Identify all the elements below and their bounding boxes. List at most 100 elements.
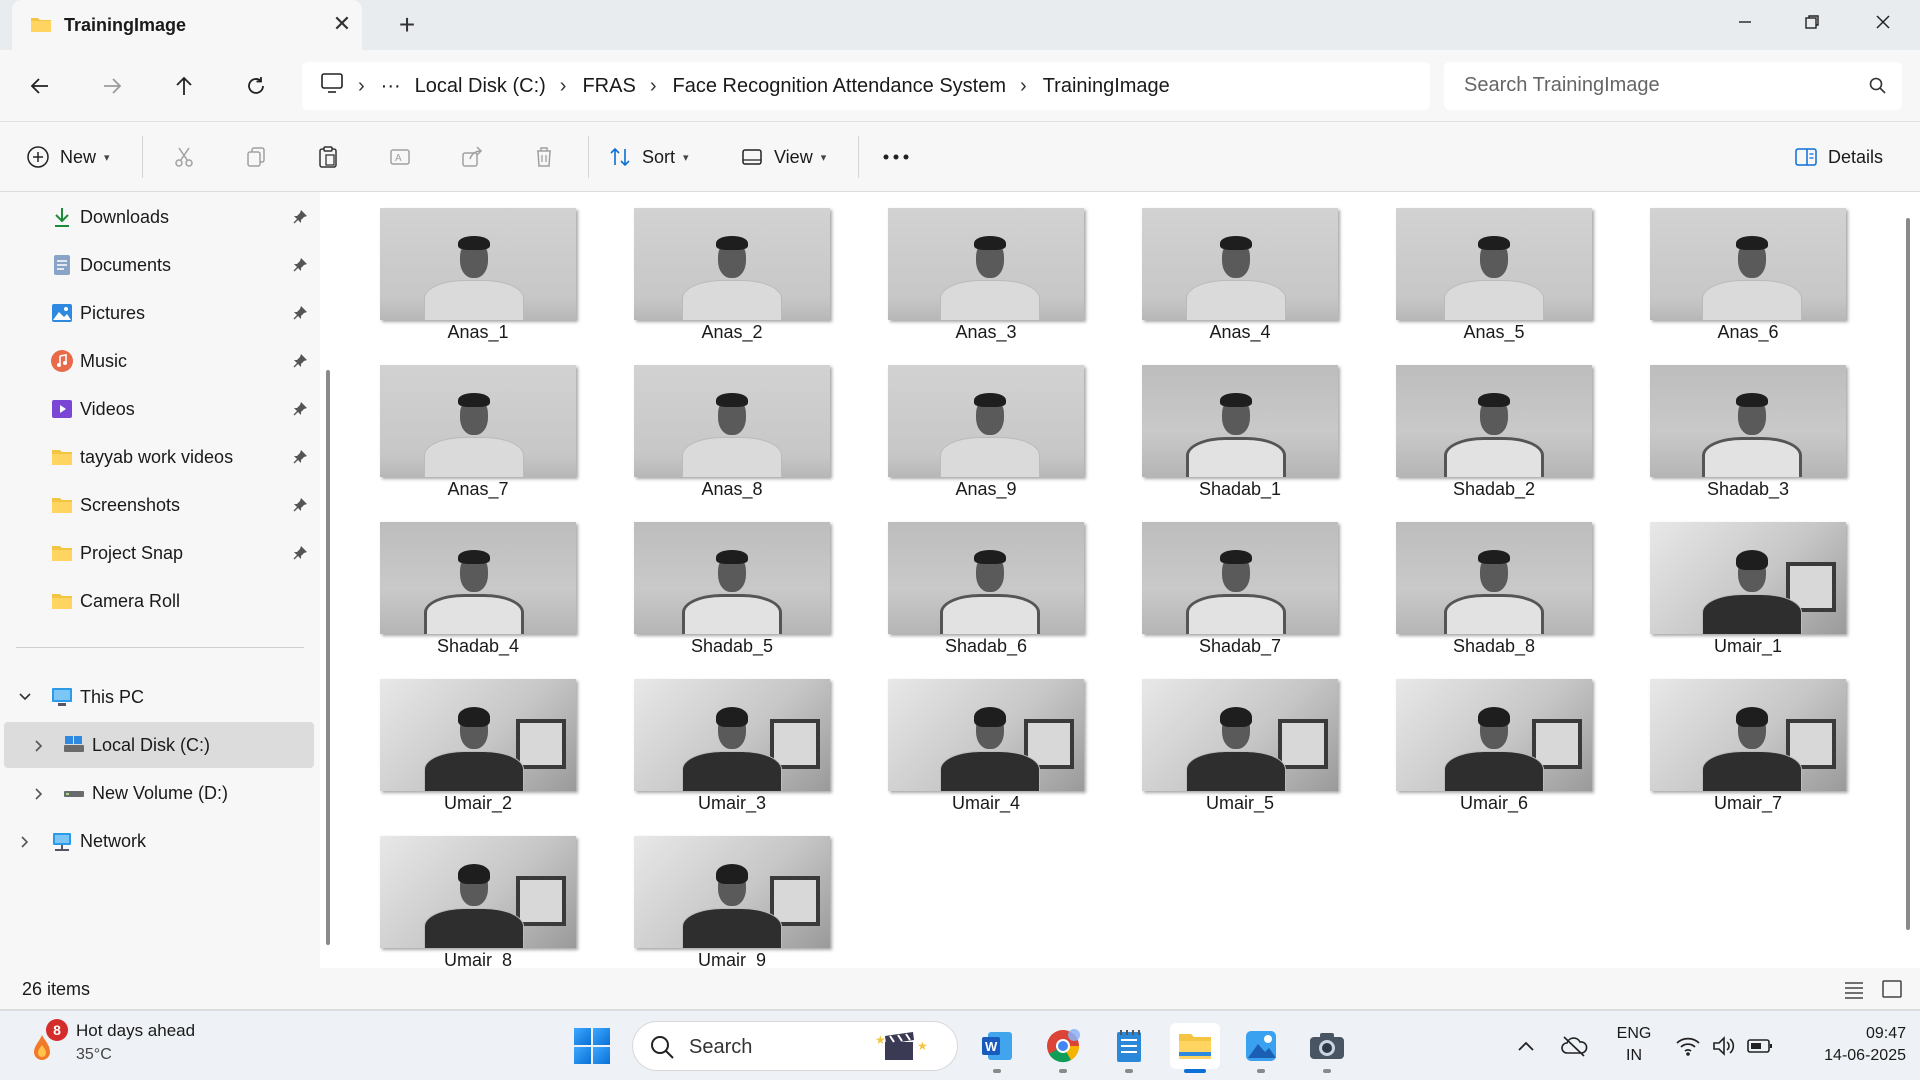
onedrive-offline-icon[interactable] <box>1560 1033 1588 1059</box>
search-input[interactable] <box>1464 74 1844 97</box>
crumb-trainingimage[interactable]: TrainingImage <box>1043 75 1170 98</box>
sidebar-item-project-snap[interactable]: Project Snap <box>0 530 315 576</box>
more-options-icon[interactable] <box>878 139 914 175</box>
tab-traininggimage[interactable]: TrainingImage ✕ <box>12 0 362 50</box>
file-item[interactable]: Umair_6 <box>1388 663 1592 813</box>
up-icon[interactable] <box>164 66 204 106</box>
file-item[interactable]: Shadab_2 <box>1388 349 1592 499</box>
restore-icon[interactable] <box>1777 0 1847 44</box>
pin-icon[interactable] <box>292 449 308 465</box>
file-item[interactable]: Anas_9 <box>880 349 1084 499</box>
chevron-right-icon[interactable] <box>20 835 30 849</box>
sort-button[interactable]: Sort ▾ <box>608 139 689 175</box>
battery-icon[interactable] <box>1746 1033 1774 1059</box>
sidebar-item-documents[interactable]: Documents <box>0 242 315 288</box>
crumb-local-disk[interactable]: Local Disk (C:) <box>415 75 546 98</box>
rename-icon[interactable]: A <box>382 139 418 175</box>
back-icon[interactable] <box>20 66 60 106</box>
photos-app-icon[interactable] <box>1238 1023 1284 1069</box>
start-button[interactable] <box>574 1028 610 1064</box>
file-item[interactable]: Shadab_7 <box>1134 506 1338 656</box>
chevron-right-icon[interactable] <box>34 739 44 753</box>
paste-icon[interactable] <box>310 139 346 175</box>
file-item[interactable]: Shadab_1 <box>1134 349 1338 499</box>
cut-icon[interactable] <box>166 139 202 175</box>
file-item[interactable]: Anas_3 <box>880 192 1084 342</box>
crumb-fras[interactable]: FRAS <box>582 75 635 98</box>
taskbar-search[interactable]: Search ★ ★ <box>632 1021 958 1071</box>
file-item[interactable]: Anas_6 <box>1642 192 1846 342</box>
file-item[interactable]: Shadab_6 <box>880 506 1084 656</box>
camera-app-icon[interactable] <box>1304 1023 1350 1069</box>
close-window-icon[interactable] <box>1848 0 1918 44</box>
pin-icon[interactable] <box>292 401 308 417</box>
file-item[interactable]: Umair_2 <box>372 663 576 813</box>
pin-icon[interactable] <box>292 305 308 321</box>
file-item[interactable]: Anas_5 <box>1388 192 1592 342</box>
file-item[interactable]: Umair_9 <box>626 820 830 968</box>
details-button[interactable]: Details <box>1794 139 1883 175</box>
clock[interactable]: 09:47 14-06-2025 <box>1788 1023 1906 1067</box>
file-item[interactable]: Umair_5 <box>1134 663 1338 813</box>
more-crumbs-icon[interactable]: ··· <box>381 75 401 98</box>
thumbnail-view-icon[interactable] <box>1880 978 1904 1000</box>
volume-icon[interactable] <box>1710 1033 1738 1059</box>
sidebar-item-camera-roll[interactable]: Camera Roll <box>0 578 315 624</box>
sidebar-item-network[interactable]: Network <box>0 818 315 864</box>
refresh-icon[interactable] <box>236 66 276 106</box>
file-item[interactable]: Shadab_8 <box>1388 506 1592 656</box>
new-button[interactable]: New ▾ <box>26 139 110 175</box>
pin-icon[interactable] <box>292 497 308 513</box>
forward-icon[interactable] <box>92 66 132 106</box>
content-scrollbar[interactable] <box>1906 218 1910 930</box>
file-item[interactable]: Umair_3 <box>626 663 830 813</box>
sidebar-item-local-disk[interactable]: Local Disk (C:) <box>4 722 314 768</box>
file-item[interactable]: Umair_8 <box>372 820 576 968</box>
file-item[interactable]: Anas_4 <box>1134 192 1338 342</box>
copy-icon[interactable] <box>238 139 274 175</box>
sidebar-scrollbar[interactable] <box>326 370 330 945</box>
view-button[interactable]: View ▾ <box>740 139 826 175</box>
chevron-right-icon[interactable] <box>34 787 44 801</box>
pin-icon[interactable] <box>292 257 308 273</box>
pin-icon[interactable] <box>292 545 308 561</box>
chevron-up-icon[interactable] <box>1512 1033 1540 1059</box>
file-item[interactable]: Umair_1 <box>1642 506 1846 656</box>
notepad-app-icon[interactable] <box>1106 1023 1152 1069</box>
file-item[interactable]: Umair_4 <box>880 663 1084 813</box>
sidebar-item-screenshots[interactable]: Screenshots <box>0 482 315 528</box>
chrome-app-icon[interactable] <box>1040 1023 1086 1069</box>
delete-icon[interactable] <box>526 139 562 175</box>
file-item[interactable]: Shadab_5 <box>626 506 830 656</box>
wifi-icon[interactable] <box>1674 1033 1702 1059</box>
language-indicator[interactable]: ENG IN <box>1614 1023 1654 1067</box>
file-item[interactable]: Shadab_4 <box>372 506 576 656</box>
new-tab-icon[interactable]: + <box>392 8 422 42</box>
word-app-icon[interactable]: W <box>974 1023 1020 1069</box>
details-view-icon[interactable] <box>1842 978 1866 1000</box>
sidebar-item-videos[interactable]: Videos <box>0 386 315 432</box>
file-item[interactable]: Anas_7 <box>372 349 576 499</box>
this-pc-crumb-icon[interactable] <box>320 72 344 100</box>
share-icon[interactable] <box>454 139 490 175</box>
sidebar-item-tayyab-work-videos[interactable]: tayyab work videos <box>0 434 315 480</box>
minimize-icon[interactable] <box>1710 0 1780 44</box>
sidebar-item-new-volume[interactable]: New Volume (D:) <box>0 770 315 816</box>
file-item[interactable]: Umair_7 <box>1642 663 1846 813</box>
search-box[interactable] <box>1444 62 1902 110</box>
file-explorer-app-icon[interactable] <box>1170 1023 1220 1069</box>
file-item[interactable]: Shadab_3 <box>1642 349 1846 499</box>
pin-icon[interactable] <box>292 353 308 369</box>
sidebar-item-this-pc[interactable]: This PC <box>0 674 315 720</box>
pin-icon[interactable] <box>292 209 308 225</box>
close-tab-icon[interactable]: ✕ <box>330 12 354 36</box>
sidebar-item-downloads[interactable]: Downloads <box>0 194 315 240</box>
crumb-face-recognition[interactable]: Face Recognition Attendance System <box>672 75 1006 98</box>
file-item[interactable]: Anas_1 <box>372 192 576 342</box>
file-item[interactable]: Anas_8 <box>626 349 830 499</box>
sidebar-item-pictures[interactable]: Pictures <box>0 290 315 336</box>
file-item[interactable]: Anas_2 <box>626 192 830 342</box>
breadcrumb[interactable]: › ··· Local Disk (C:) › FRAS › Face Reco… <box>302 62 1430 110</box>
sidebar-item-music[interactable]: Music <box>0 338 315 384</box>
chevron-down-icon[interactable] <box>18 692 32 702</box>
